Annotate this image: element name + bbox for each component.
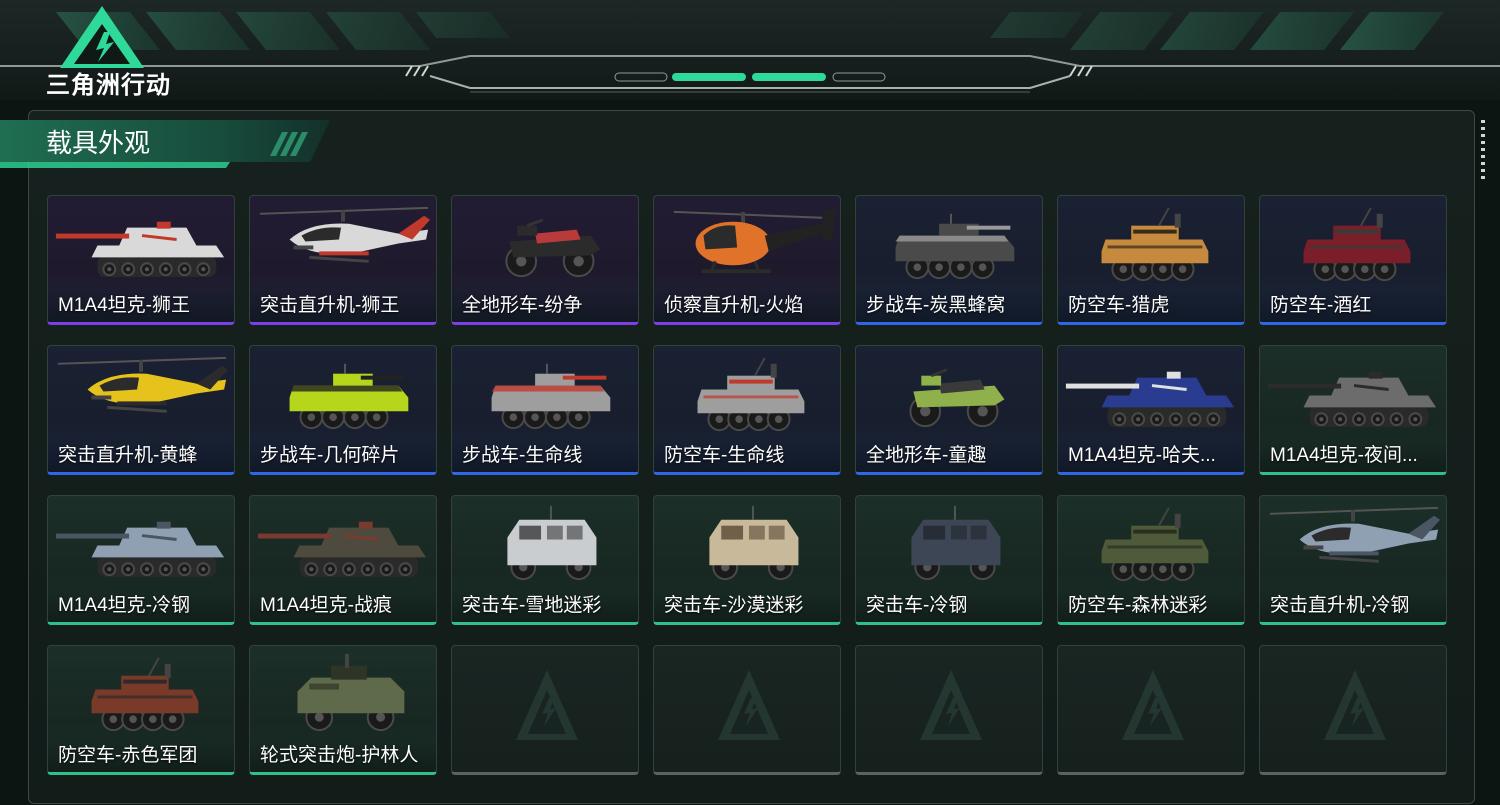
skin-card[interactable]: 突击直升机-冷钢 [1259,495,1447,625]
skin-name: 突击直升机-狮王 [260,295,400,316]
skin-name: 防空车-赤色军团 [58,745,198,766]
section-title: 载具外观 [46,129,151,159]
empty-skin-slot [451,645,639,775]
skin-card[interactable]: M1A4坦克-战痕 [249,495,437,625]
placeholder-logo-icon [718,670,780,740]
placeholder-logo-icon [1122,670,1184,740]
skin-card[interactable]: 突击直升机-黄蜂 [47,345,235,475]
skin-name: M1A4坦克-夜间... [1270,445,1418,466]
skin-card[interactable]: 防空车-赤色军团 [47,645,235,775]
skin-card[interactable]: M1A4坦克-狮王 [47,195,235,325]
skin-name: 防空车-森林迷彩 [1068,595,1208,616]
skin-card[interactable]: 防空车-森林迷彩 [1057,495,1245,625]
skin-card[interactable]: 突击车-冷钢 [855,495,1043,625]
skin-name: 全地形车-童趣 [866,445,987,466]
skin-card[interactable]: 防空车-生命线 [653,345,841,475]
placeholder-logo-icon [516,670,578,740]
skin-name: 步战车-几何碎片 [260,445,400,466]
skin-name: 防空车-生命线 [664,445,785,466]
empty-skin-slot [1259,645,1447,775]
skin-name: 突击车-雪地迷彩 [462,595,602,616]
skin-name: 侦察直升机-火焰 [664,295,804,316]
skin-name: 突击直升机-黄蜂 [58,445,198,466]
top-header: 三角洲行动 [0,0,1500,100]
skin-name: 突击直升机-冷钢 [1270,595,1410,616]
skin-card[interactable]: 突击直升机-狮王 [249,195,437,325]
skin-name: M1A4坦克-狮王 [58,295,190,316]
header-decoration [0,12,1500,93]
skin-name: M1A4坦克-哈夫... [1068,445,1216,466]
skin-card[interactable]: 全地形车-童趣 [855,345,1043,475]
skin-card[interactable]: 防空车-酒红 [1259,195,1447,325]
skin-card[interactable]: 突击车-沙漠迷彩 [653,495,841,625]
skin-name: M1A4坦克-战痕 [260,595,392,616]
skin-name: M1A4坦克-冷钢 [58,595,190,616]
skin-name: 防空车-酒红 [1270,295,1372,316]
skin-card[interactable]: 突击车-雪地迷彩 [451,495,639,625]
empty-skin-slot [855,645,1043,775]
skin-name: 突击车-冷钢 [866,595,968,616]
scroll-indicator[interactable] [1481,120,1485,180]
placeholder-logo-icon [920,670,982,740]
skin-grid: M1A4坦克-狮王 突击直升机-狮王 全地形车-纷争 侦察直升机-火焰 步战车-… [47,195,1451,777]
skin-card[interactable]: 步战车-几何碎片 [249,345,437,475]
skin-card[interactable]: 步战车-炭黑蜂窝 [855,195,1043,325]
skin-card[interactable]: 侦察直升机-火焰 [653,195,841,325]
skin-card[interactable]: 防空车-猎虎 [1057,195,1245,325]
skin-name: 全地形车-纷争 [462,295,583,316]
skin-name: 轮式突击炮-护林人 [260,745,419,766]
placeholder-logo-icon [1324,670,1386,740]
skin-name: 防空车-猎虎 [1068,295,1170,316]
skin-card[interactable]: M1A4坦克-哈夫... [1057,345,1245,475]
skin-card[interactable]: 轮式突击炮-护林人 [249,645,437,775]
skin-name: 步战车-生命线 [462,445,583,466]
skin-card[interactable]: M1A4坦克-夜间... [1259,345,1447,475]
empty-skin-slot [1057,645,1245,775]
skin-card[interactable]: 步战车-生命线 [451,345,639,475]
logo-text: 三角洲行动 [46,71,171,99]
empty-skin-slot [653,645,841,775]
skin-card[interactable]: 全地形车-纷争 [451,195,639,325]
skin-name: 突击车-沙漠迷彩 [664,595,804,616]
skin-card[interactable]: M1A4坦克-冷钢 [47,495,235,625]
skin-name: 步战车-炭黑蜂窝 [866,295,1006,316]
